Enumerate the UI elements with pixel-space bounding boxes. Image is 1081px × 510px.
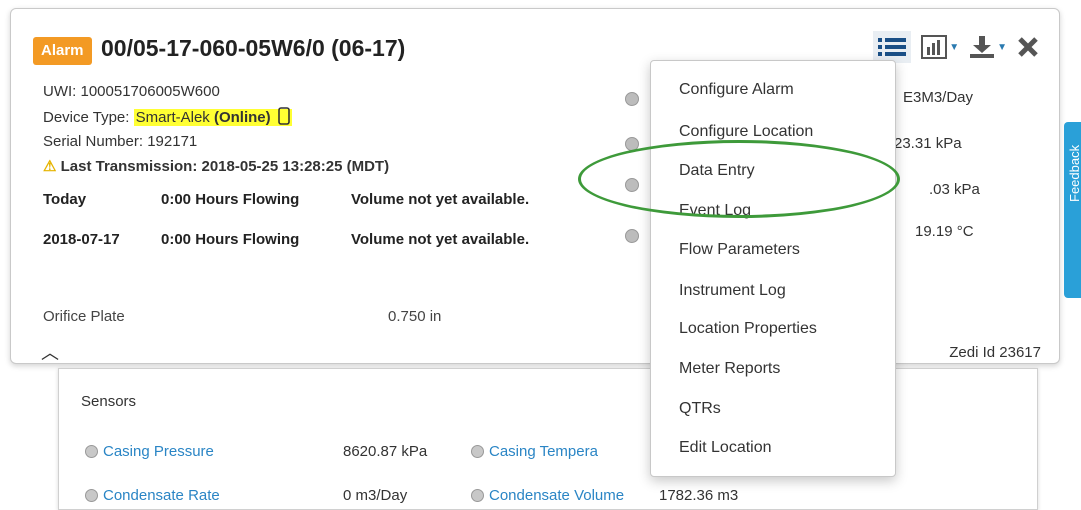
sensor-value: 0 m3/Day xyxy=(343,487,408,504)
sensor-value: 8620.87 kPa xyxy=(343,443,428,460)
menu-item-instrument-log[interactable]: Instrument Log xyxy=(679,282,786,300)
sensor-status-dot xyxy=(471,445,484,458)
sensor-value: 1782.36 m3 xyxy=(659,487,739,504)
sensor-row: Condensate Rate 0 m3/Day Condensate Volu… xyxy=(85,487,738,504)
flow-row: Today 0:00 Hours Flowing Volume not yet … xyxy=(43,191,529,208)
sensor-status-dot xyxy=(85,489,98,502)
right-value: .03 kPa xyxy=(929,181,980,198)
last-transmission: ⚠ Last Transmission: 2018-05-25 13:28:25… xyxy=(43,157,389,175)
menu-item-location-properties[interactable]: Location Properties xyxy=(679,320,817,338)
menu-item-qtrs[interactable]: QTRs xyxy=(679,400,721,418)
sensor-status-dot xyxy=(85,445,98,458)
menu-item-configure-alarm[interactable]: Configure Alarm xyxy=(679,81,794,99)
flow-row: 2018-07-17 0:00 Hours Flowing Volume not… xyxy=(43,231,529,248)
menu-item-meter-reports[interactable]: Meter Reports xyxy=(679,360,780,378)
right-value: E3M3/Day xyxy=(903,89,974,106)
status-dot xyxy=(625,178,639,192)
device-type: Device Type: Smart-Alek (Online) xyxy=(43,107,292,126)
close-icon[interactable] xyxy=(1017,31,1039,63)
menu-item-configure-location[interactable]: Configure Location xyxy=(679,123,813,141)
menu-item-event-log[interactable]: Event Log xyxy=(679,202,751,220)
menu-item-flow-parameters[interactable]: Flow Parameters xyxy=(679,241,800,259)
feedback-tab[interactable]: Feedback xyxy=(1064,122,1081,298)
orifice-label: Orifice Plate xyxy=(43,308,125,325)
device-type-value: Smart-Alek (Online) xyxy=(133,107,292,126)
device-type-label: Device Type: xyxy=(43,109,134,126)
status-dot xyxy=(625,92,639,106)
device-name: Smart-Alek xyxy=(135,109,214,126)
chevron-down-icon: ▼ xyxy=(949,41,960,53)
serial-number: Serial Number: 192171 xyxy=(43,133,198,150)
warning-icon: ⚠ xyxy=(43,158,57,175)
sensor-status-dot xyxy=(471,489,484,502)
device-status: (Online) xyxy=(213,109,271,126)
list-icon[interactable] xyxy=(873,31,912,63)
sensor-link[interactable]: Casing Tempera xyxy=(489,443,598,460)
sensors-title: Sensors xyxy=(81,393,137,410)
sensor-link[interactable]: Condensate Rate xyxy=(103,487,343,504)
flow-hours: 0:00 Hours Flowing xyxy=(161,191,300,208)
actions-menu: Configure Alarm Configure Location Data … xyxy=(650,60,896,477)
right-value: -23.31 kPa xyxy=(889,135,962,152)
last-transmission-text: Last Transmission: 2018-05-25 13:28:25 (… xyxy=(60,158,390,175)
menu-item-edit-location[interactable]: Edit Location xyxy=(679,439,772,457)
right-value: 19.19 °C xyxy=(915,223,974,240)
flow-date: 2018-07-17 xyxy=(43,231,120,248)
status-dot xyxy=(625,137,639,151)
card-toolbar: ▼ ▼ xyxy=(873,31,1039,63)
location-card: Alarm 00/05-17-060-05W6/0 (06-17) ▼ ▼ UW… xyxy=(10,8,1060,364)
sensor-row: Casing Pressure 8620.87 kPa Casing Tempe… xyxy=(85,443,598,460)
alarm-badge[interactable]: Alarm xyxy=(33,37,92,65)
flow-date: Today xyxy=(43,191,87,208)
sensor-link[interactable]: Casing Pressure xyxy=(103,443,343,460)
flow-volume: Volume not yet available. xyxy=(351,231,530,248)
flow-volume: Volume not yet available. xyxy=(351,191,530,208)
menu-item-data-entry[interactable]: Data Entry xyxy=(679,162,755,180)
collapse-icon[interactable]: ︿ xyxy=(41,339,59,365)
feedback-label: Feedback xyxy=(1067,144,1081,202)
flow-hours: 0:00 Hours Flowing xyxy=(161,231,300,248)
sensor-link[interactable]: Condensate Volume xyxy=(489,487,659,504)
chevron-down-icon: ▼ xyxy=(997,41,1007,53)
uwi-text: UWI: 100051706005W600 xyxy=(43,83,220,100)
orifice-value: 0.750 in xyxy=(388,308,442,325)
phone-icon xyxy=(278,107,290,125)
zedi-id: Zedi Id 23617 xyxy=(949,344,1041,361)
status-dot xyxy=(625,229,639,243)
chart-icon[interactable]: ▼ xyxy=(921,31,959,63)
location-title: 00/05-17-060-05W6/0 (06-17) xyxy=(101,35,406,61)
download-icon[interactable]: ▼ xyxy=(969,31,1007,63)
